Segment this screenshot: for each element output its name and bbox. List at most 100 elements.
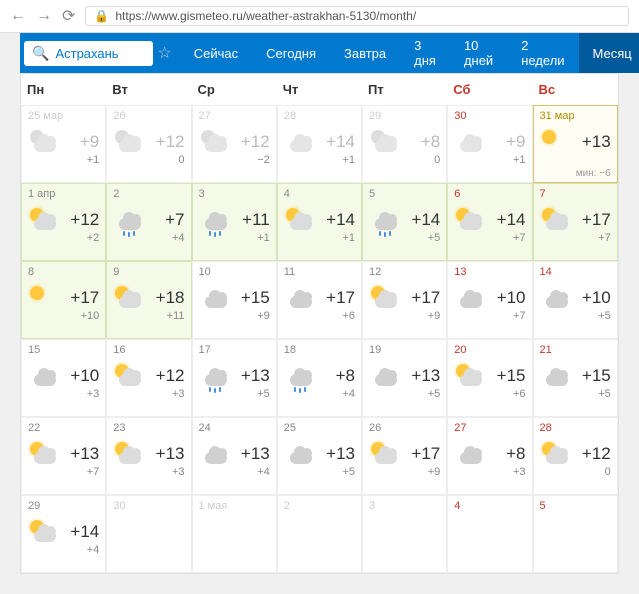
calendar-cell[interactable]: 23+13+3 (106, 417, 191, 495)
calendar-cell[interactable]: 7+17+7 (533, 183, 618, 261)
tab-period[interactable]: 3 дня (400, 33, 450, 73)
calendar-cell[interactable]: 12+17+9 (362, 261, 447, 339)
calendar-cell[interactable]: 5+14+5 (362, 183, 447, 261)
calendar-cell[interactable]: 8+17+10 (21, 261, 106, 339)
calendar-cell[interactable]: 26+17+9 (362, 417, 447, 495)
calendar-cell[interactable]: 26+120 (106, 105, 191, 183)
tab-period[interactable]: 10 дней (450, 33, 507, 73)
search-input[interactable] (55, 46, 145, 61)
calendar-cell[interactable]: 10+15+9 (192, 261, 277, 339)
favorite-star-icon[interactable]: ☆ (157, 43, 171, 63)
cloudy-icon (367, 360, 399, 392)
weekday-label: Ср (192, 74, 277, 105)
temp-low: +1 (326, 154, 355, 166)
calendar-cell[interactable]: 9+18+11 (106, 261, 191, 339)
calendar-cell: 4 (447, 495, 532, 573)
temp-high: +17 (411, 444, 440, 464)
cell-temps: +14+4 (70, 522, 99, 556)
calendar-cell[interactable]: 2+7+4 (106, 183, 191, 261)
temp-low: +6 (326, 310, 355, 322)
reload-button[interactable]: ⟳ (62, 6, 75, 26)
calendar-cell: 2 (277, 495, 362, 573)
calendar-cell[interactable]: 25+13+5 (277, 417, 362, 495)
tab-period[interactable]: Сегодня (252, 33, 330, 73)
temp-low: +1 (326, 232, 355, 244)
search-icon: 🔍 (32, 45, 49, 62)
temp-high: +8 (421, 132, 440, 152)
calendar-cell[interactable]: 24+13+4 (192, 417, 277, 495)
partly-icon (367, 282, 399, 314)
calendar-cell[interactable]: 11+17+6 (277, 261, 362, 339)
cell-date: 4 (284, 188, 355, 200)
temp-high: +13 (326, 444, 355, 464)
calendar-cell[interactable]: 29+80 (362, 105, 447, 183)
calendar-cell[interactable]: 1 апр+12+2 (21, 183, 106, 261)
cell-date: 20 (454, 344, 525, 356)
cell-date: 2 (284, 500, 355, 512)
back-button[interactable]: ← (10, 7, 26, 25)
calendar-cell[interactable]: 30+9+1 (447, 105, 532, 183)
temp-high: +12 (156, 132, 185, 152)
tab-period[interactable]: Месяц (579, 33, 639, 73)
cell-temps: +13+7 (70, 444, 99, 478)
partly-icon (111, 282, 143, 314)
calendar-cell[interactable]: 13+10+7 (447, 261, 532, 339)
address-bar[interactable]: 🔒 https://www.gismeteo.ru/weather-astrak… (85, 6, 629, 26)
calendar-cell[interactable]: 21+15+5 (533, 339, 618, 417)
temp-high: +15 (582, 366, 611, 386)
partly-icon (452, 360, 484, 392)
tab-period[interactable]: Завтра (330, 33, 400, 73)
calendar-cell[interactable]: 18+8+4 (277, 339, 362, 417)
calendar-cell[interactable]: 14+10+5 (533, 261, 618, 339)
calendar-cell[interactable]: 25 мар+9+1 (21, 105, 106, 183)
calendar-cell: 3 (362, 495, 447, 573)
temp-low: +4 (165, 232, 184, 244)
cell-date: 30 (454, 110, 525, 122)
cell-temps: +15+9 (241, 288, 270, 322)
temp-low: +7 (582, 232, 611, 244)
calendar-cell[interactable]: 20+15+6 (447, 339, 532, 417)
site-nav: 🔍 ☆ СейчасСегодняЗавтра3 дня10 дней2 нед… (20, 33, 619, 73)
cell-date: 22 (28, 422, 99, 434)
cell-date: 5 (369, 188, 440, 200)
cloudy-icon (452, 126, 484, 158)
calendar-cell[interactable]: 31 мар+13мин: −6 (533, 105, 618, 183)
calendar-cell[interactable]: 29+14+4 (21, 495, 106, 573)
calendar-cell[interactable]: 16+12+3 (106, 339, 191, 417)
calendar-cell[interactable]: 28+120 (533, 417, 618, 495)
temp-low: +10 (70, 310, 99, 322)
cloudy-icon (26, 360, 58, 392)
calendar-cell[interactable]: 15+10+3 (21, 339, 106, 417)
calendar-cell[interactable]: 19+13+5 (362, 339, 447, 417)
calendar-cell[interactable]: 6+14+7 (447, 183, 532, 261)
forward-button[interactable]: → (36, 7, 52, 25)
calendar-cell[interactable]: 4+14+1 (277, 183, 362, 261)
weekday-header: ПнВтСрЧтПтСбВс (21, 74, 618, 105)
tab-period[interactable]: 2 недели (507, 33, 578, 73)
cell-temps: +10+3 (70, 366, 99, 400)
cell-date: 12 (369, 266, 440, 278)
temp-low: +5 (582, 310, 611, 322)
temp-low: +7 (497, 232, 526, 244)
city-search[interactable]: 🔍 (24, 41, 153, 66)
cell-temps: +13 (582, 132, 611, 152)
calendar-cell[interactable]: 22 +13+7 (21, 417, 106, 495)
temp-high: +12 (582, 444, 611, 464)
calendar-cell[interactable]: 27+12−2 (192, 105, 277, 183)
calendar-cell[interactable]: 3+11+1 (192, 183, 277, 261)
temp-high: +7 (165, 210, 184, 230)
cell-date: 3 (369, 500, 440, 512)
partly-icon (26, 204, 58, 236)
calendar-cell[interactable]: 27+8+3 (447, 417, 532, 495)
temp-low: +2 (70, 232, 99, 244)
cell-temps: +17+9 (411, 444, 440, 478)
tab-period[interactable]: Сейчас (180, 33, 252, 73)
rain-icon (111, 204, 143, 236)
browser-toolbar: ← → ⟳ 🔒 https://www.gismeteo.ru/weather-… (0, 0, 639, 33)
calendar-cell[interactable]: 28+14+1 (277, 105, 362, 183)
cloudy-icon (197, 282, 229, 314)
calendar-cell[interactable]: 17+13+5 (192, 339, 277, 417)
temp-low: +9 (241, 310, 270, 322)
cell-date: 7 (540, 188, 611, 200)
temp-high: +14 (70, 522, 99, 542)
